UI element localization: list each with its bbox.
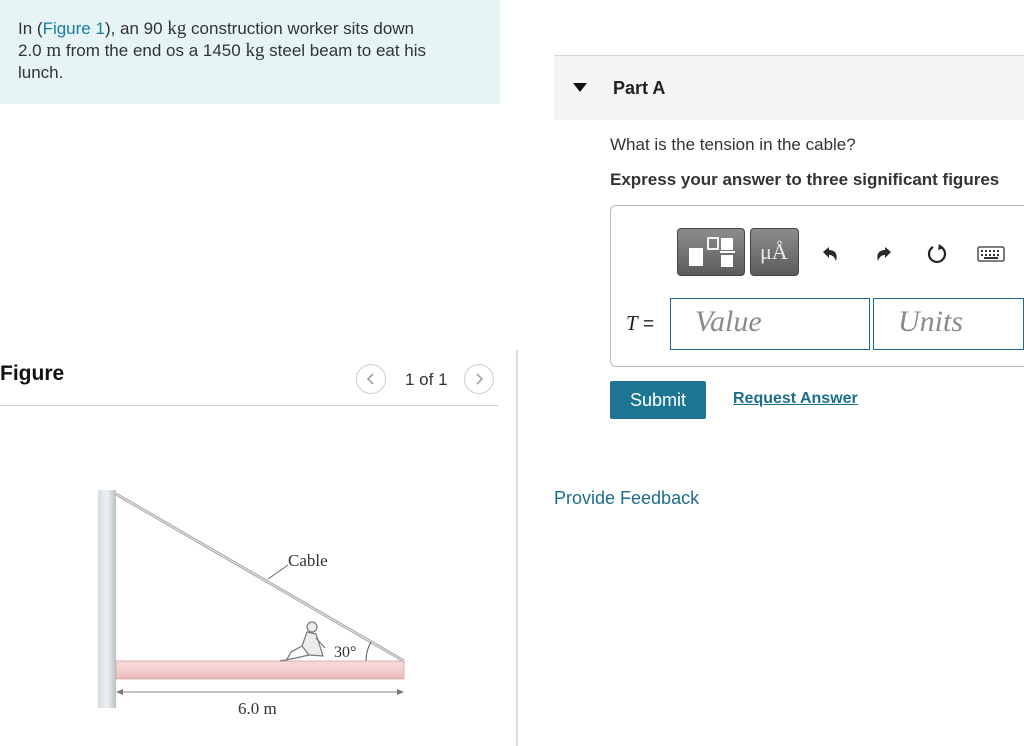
submit-button[interactable]: Submit xyxy=(610,381,706,419)
reset-button[interactable] xyxy=(923,240,951,268)
keyboard-icon xyxy=(977,246,1005,262)
steel-beam xyxy=(115,660,405,680)
figure-divider xyxy=(0,405,498,406)
redo-button[interactable] xyxy=(870,240,898,268)
cable-label-leader xyxy=(267,564,289,580)
problem-line-3: lunch. xyxy=(18,63,64,82)
angle-label: 30° xyxy=(334,644,356,661)
length-label: 6.0 m xyxy=(238,699,277,718)
reset-icon xyxy=(927,244,947,264)
keyboard-button[interactable] xyxy=(976,240,1006,268)
chevron-right-icon xyxy=(476,373,484,385)
wall xyxy=(98,490,116,708)
template-button[interactable] xyxy=(677,228,745,276)
problem-line-2: 2.0 m from the end os a 1450 kg steel be… xyxy=(18,40,427,61)
figure-title: Figure xyxy=(0,362,65,385)
units-input[interactable]: Units xyxy=(873,298,1024,350)
variable-label: T = xyxy=(626,311,655,335)
caret-down-icon[interactable] xyxy=(573,83,587,92)
value-input[interactable]: Value xyxy=(670,298,870,350)
units-button[interactable]: μÅ xyxy=(750,228,799,276)
instruction-text: Express your answer to three significant… xyxy=(610,170,1000,189)
undo-icon xyxy=(823,247,837,261)
panel-divider xyxy=(516,350,518,746)
redo-icon xyxy=(877,247,891,261)
worker-figure xyxy=(279,621,326,662)
fraction-template-icon xyxy=(689,237,735,267)
beam-cable-diagram: Cable 30° 6.0 m xyxy=(98,490,405,718)
provide-feedback-link[interactable]: Provide Feedback xyxy=(554,488,699,509)
part-a-title[interactable]: Part A xyxy=(613,78,665,99)
problem-line-1: In (Figure 1), an 90 kg construction wor… xyxy=(18,18,415,39)
prev-figure-button[interactable] xyxy=(356,364,386,394)
angle-arc xyxy=(365,641,372,662)
figure-link[interactable]: Figure 1 xyxy=(43,19,105,38)
cable-label: Cable xyxy=(288,551,328,570)
problem-statement: In (Figure 1), an 90 kg construction wor… xyxy=(0,0,500,104)
undo-button[interactable] xyxy=(816,240,844,268)
question-text: What is the tension in the cable? xyxy=(610,135,856,154)
request-answer-link[interactable]: Request Answer xyxy=(733,390,858,408)
chevron-left-icon xyxy=(366,373,374,385)
figure-pager: 1 of 1 xyxy=(405,370,448,389)
next-figure-button[interactable] xyxy=(464,364,494,394)
